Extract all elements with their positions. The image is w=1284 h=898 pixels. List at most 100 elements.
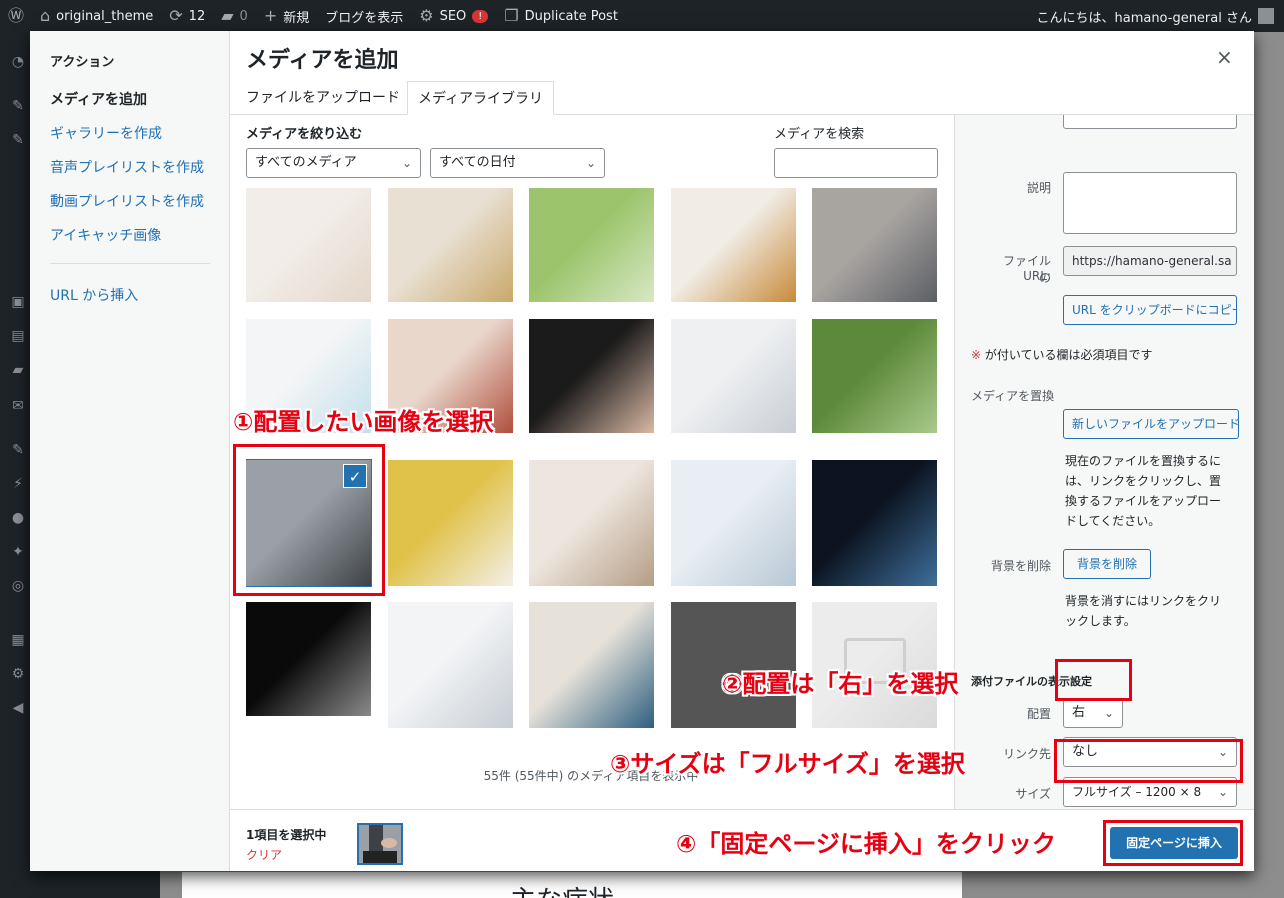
thumbnail-image [812, 460, 937, 586]
attachment-details-sidebar: 説明 ファイルの URL: https://hamano-general.sa … [954, 115, 1254, 812]
thumbnail-woman-mask-fever[interactable] [388, 460, 513, 586]
media-icon[interactable]: ▣ [9, 294, 27, 312]
replace-media-label: メディアを置換 [971, 389, 1055, 403]
thumbnail-beer-and-food[interactable] [671, 188, 796, 302]
thumbnail-image [529, 188, 654, 302]
comment-icon: ▰ [221, 6, 234, 25]
menu-featured-image[interactable]: アイキャッチ画像 [50, 225, 161, 245]
comments-link[interactable]: ▰ 0 [213, 8, 256, 24]
link-to-label: リンク先 [1002, 747, 1051, 761]
required-star: ※ [971, 348, 982, 362]
new-content-link[interactable]: + 新規 [256, 7, 317, 26]
search-label: メディアを検索 [774, 127, 865, 142]
thumbnail-child-mask[interactable] [529, 460, 654, 586]
seo-gear-icon: ⚙ [419, 6, 434, 25]
site-name-link[interactable]: ⌂ original_theme [32, 8, 161, 24]
annotation-step4: ④「固定ページに挿入」をクリック [676, 830, 1056, 858]
thumbnail-elderly-man-walking[interactable] [529, 188, 654, 302]
thumbnail-image [812, 188, 937, 302]
actions-heading: アクション [50, 55, 115, 70]
date-filter-select[interactable]: すべての日付 ⌄ [430, 148, 605, 178]
wordpress-logo-icon[interactable]: Ⓦ [0, 8, 32, 24]
thumbnail-man-stairs-back-pain[interactable] [388, 188, 513, 302]
admin-bar: Ⓦ ⌂ original_theme ⟳ 12 ▰ 0 + 新規 ブログを表示 ⚙ SEO… [0, 0, 1284, 32]
page-heading-behind: 主な症状 [510, 880, 614, 898]
annotation-box-selected-image [233, 444, 385, 596]
close-icon[interactable]: × [1216, 45, 1233, 69]
avatar [1258, 8, 1274, 24]
plugins-icon[interactable]: ⚡ [9, 476, 27, 494]
description-textarea[interactable] [1063, 172, 1237, 234]
replace-description: 現在のファイルを置換するに は、リンクをクリックし、置 換するファイルをアップロ… [1065, 454, 1222, 528]
plus-icon: + [263, 6, 278, 25]
plugin-extra-icon[interactable]: ▦ [9, 632, 27, 650]
thumbnail-image [812, 319, 937, 433]
upload-new-file-button[interactable]: 新しいファイルをアップロード [1063, 409, 1239, 439]
tab-upload-files[interactable]: ファイルをアップロード [236, 81, 410, 115]
seo-icon[interactable]: ⚙ [9, 666, 27, 684]
seo-menu[interactable]: ⚙ SEO! [411, 8, 496, 24]
description-label: 説明 [1026, 181, 1051, 195]
thumbnail-image [671, 460, 796, 586]
thumbnail-image [671, 319, 796, 433]
thumbnail-ct-scanner-room[interactable] [671, 460, 796, 586]
menu-create-audio-playlist[interactable]: 音声プレイリストを作成 [50, 157, 204, 177]
seo-alert-badge: ! [472, 9, 489, 23]
collapse-icon[interactable]: ◀ [9, 700, 27, 718]
home-icon: ⌂ [40, 6, 51, 25]
remove-bg-button[interactable]: 背景を削除 [1063, 549, 1151, 579]
media-type-select[interactable]: すべてのメディア ⌄ [246, 148, 421, 178]
thumbnail-image [388, 188, 513, 302]
thumbnail-image [529, 602, 654, 728]
alignment-select[interactable]: 右 ⌄ [1063, 698, 1123, 728]
duplicate-post-link[interactable]: ❐ Duplicate Post [496, 8, 626, 24]
thumbnail-woman-sneezing[interactable] [246, 188, 371, 302]
my-account-menu[interactable]: こんにちは、hamano-general さん [1036, 7, 1284, 26]
selected-thumbnail[interactable] [357, 823, 403, 865]
thumbnail-image [246, 602, 371, 716]
search-input[interactable] [774, 148, 938, 178]
menu-create-video-playlist[interactable]: 動画プレイリストを作成 [50, 191, 204, 211]
thumbnail-belly-dark[interactable] [529, 319, 654, 433]
thumbnail-blood-pressure[interactable] [671, 319, 796, 433]
view-blog-link[interactable]: ブログを表示 [317, 7, 411, 26]
menu-separator [50, 263, 210, 264]
thumbnail-brain-mri[interactable] [812, 460, 937, 586]
thumbnail-couple-jogging[interactable] [812, 319, 937, 433]
thumbnail-image [246, 188, 371, 302]
menu-add-media[interactable]: メディアを追加 [50, 89, 147, 109]
appearance-icon[interactable]: ✎ [9, 442, 27, 460]
thumbnail-ct-scan-slices[interactable] [246, 602, 371, 716]
file-url-field[interactable]: https://hamano-general.sa [1063, 246, 1237, 276]
settings-icon[interactable]: ◎ [9, 578, 27, 596]
remove-bg-label: 背景を削除 [990, 559, 1051, 573]
thumbnail-image [671, 188, 796, 302]
pages-icon[interactable]: ▤ [9, 328, 27, 346]
tools-icon[interactable]: ✦ [9, 544, 27, 562]
copy-url-button[interactable]: URL をクリップボードにコピー [1063, 295, 1237, 325]
tab-media-library[interactable]: メディアライブラリ [407, 81, 555, 115]
size-label: サイズ [1015, 787, 1051, 801]
thumbnail-ct-machine[interactable] [388, 602, 513, 728]
comments-icon[interactable]: ▰ [9, 362, 27, 380]
thumbnail-arm-closeup[interactable] [812, 188, 937, 302]
clear-selection-link[interactable]: クリア [246, 846, 282, 863]
menu-create-gallery[interactable]: ギャラリーを作成 [50, 123, 162, 143]
alignment-label: 配置 [1026, 707, 1051, 721]
annotation-box-insert [1103, 820, 1243, 866]
dashboard-icon[interactable]: ◔ [9, 54, 27, 72]
annotation-step1: ①配置したい画像を選択 [233, 408, 494, 436]
file-url-label-2: URL: [1023, 269, 1051, 283]
filter-label: メディアを絞り込む [246, 127, 363, 142]
posts-pin-icon[interactable]: ✎ [9, 98, 27, 116]
thumbnail-hospital-corridor[interactable] [529, 602, 654, 728]
pages-pin-icon[interactable]: ✎ [9, 132, 27, 150]
users-icon[interactable]: ● [9, 510, 27, 528]
annotation-box-size [1054, 739, 1243, 783]
updates-link[interactable]: ⟳ 12 [161, 8, 213, 24]
menu-insert-from-url[interactable]: URL から挿入 [50, 285, 138, 305]
mail-icon[interactable]: ✉ [9, 398, 27, 416]
caption-textarea[interactable] [1063, 115, 1237, 129]
thumbnail-image [529, 319, 654, 433]
remove-bg-description: 背景を消すにはリンクをクリ ックします。 [1065, 594, 1222, 628]
